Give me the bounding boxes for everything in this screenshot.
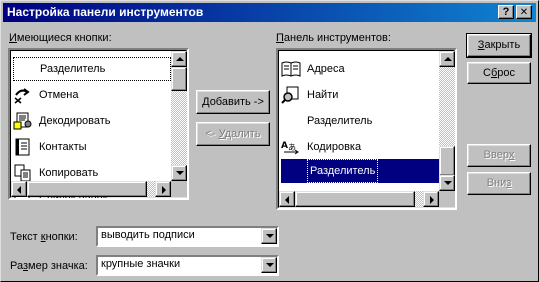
list-item[interactable]: Найти bbox=[281, 83, 439, 107]
button-text-label: Текст кнопки: bbox=[10, 231, 78, 243]
scroll-thumb-h[interactable] bbox=[27, 181, 147, 197]
remove-button[interactable]: <- Удалить bbox=[196, 122, 270, 146]
title-bar[interactable]: Настройка панели инструментов ? ✕ bbox=[3, 3, 536, 22]
reset-button[interactable]: Сброс bbox=[467, 62, 531, 84]
scroll-up-button[interactable] bbox=[439, 51, 455, 67]
contacts-icon bbox=[13, 138, 33, 156]
scroll-right-button[interactable] bbox=[155, 181, 171, 197]
icon-size-label: Размер значка: bbox=[10, 260, 88, 272]
find-icon bbox=[281, 86, 301, 104]
svg-text:A: A bbox=[281, 141, 288, 151]
icon-size-value: крупные значки bbox=[101, 258, 181, 270]
list-item[interactable]: Адреса bbox=[281, 57, 439, 81]
move-down-button[interactable]: Вниз bbox=[467, 172, 531, 195]
scroll-thumb-h[interactable] bbox=[295, 191, 415, 207]
cancel-icon bbox=[13, 86, 33, 104]
list-item[interactable]: Декодировать bbox=[13, 109, 171, 133]
help-icon: ? bbox=[502, 6, 510, 18]
scroll-thumb[interactable] bbox=[439, 146, 455, 176]
move-up-button[interactable]: Вверх bbox=[467, 144, 531, 167]
icon-size-select[interactable]: крупные значки bbox=[96, 255, 279, 276]
list-item[interactable]: Контакты bbox=[13, 135, 171, 159]
help-button[interactable]: ? bbox=[498, 5, 514, 19]
close-icon: ✕ bbox=[519, 7, 529, 18]
chevron-down-icon[interactable] bbox=[261, 257, 277, 273]
close-button[interactable]: Закрыть bbox=[466, 33, 532, 58]
button-text-value: выводить подписи bbox=[101, 229, 195, 241]
decode-icon bbox=[13, 112, 33, 130]
list-item[interactable]: Разделитель bbox=[281, 109, 439, 133]
scroll-down-button[interactable] bbox=[171, 165, 187, 181]
svg-text:あ: あ bbox=[288, 143, 296, 152]
available-buttons-label: Имеющиеся кнопки: bbox=[9, 32, 112, 44]
list-item[interactable]: Aあ Кодировка bbox=[281, 135, 439, 159]
button-text-select[interactable]: выводить подписи bbox=[96, 226, 279, 247]
list-item[interactable]: Отмена bbox=[13, 83, 171, 107]
available-buttons-list[interactable]: Разделитель Отмена Декодировать Контакты bbox=[8, 48, 189, 200]
list-item[interactable]: Разделитель bbox=[13, 57, 171, 81]
encoding-icon: Aあ bbox=[281, 138, 301, 156]
selected-list-item[interactable]: Разделитель bbox=[281, 159, 439, 183]
scroll-up-button[interactable] bbox=[171, 51, 187, 67]
toolbar-buttons-list[interactable]: Адреса Найти Разделитель Aあ Кодировка Ра… bbox=[276, 48, 457, 210]
address-book-icon bbox=[281, 60, 301, 78]
window-title: Настройка панели инструментов bbox=[7, 5, 204, 19]
scroll-left-button[interactable] bbox=[279, 191, 295, 207]
scroll-left-button[interactable] bbox=[11, 181, 27, 197]
close-window-button[interactable]: ✕ bbox=[516, 5, 532, 19]
dialog-window: Настройка панели инструментов ? ✕ Имеющи… bbox=[0, 0, 539, 282]
scroll-thumb[interactable] bbox=[171, 67, 187, 91]
toolbar-buttons-label: Панель инструментов: bbox=[276, 32, 391, 44]
add-button[interactable]: Добавить -> bbox=[196, 90, 270, 114]
copy-icon bbox=[13, 164, 33, 182]
scroll-right-button[interactable] bbox=[423, 191, 439, 207]
chevron-down-icon[interactable] bbox=[261, 228, 277, 244]
scroll-down-button[interactable] bbox=[439, 175, 455, 191]
